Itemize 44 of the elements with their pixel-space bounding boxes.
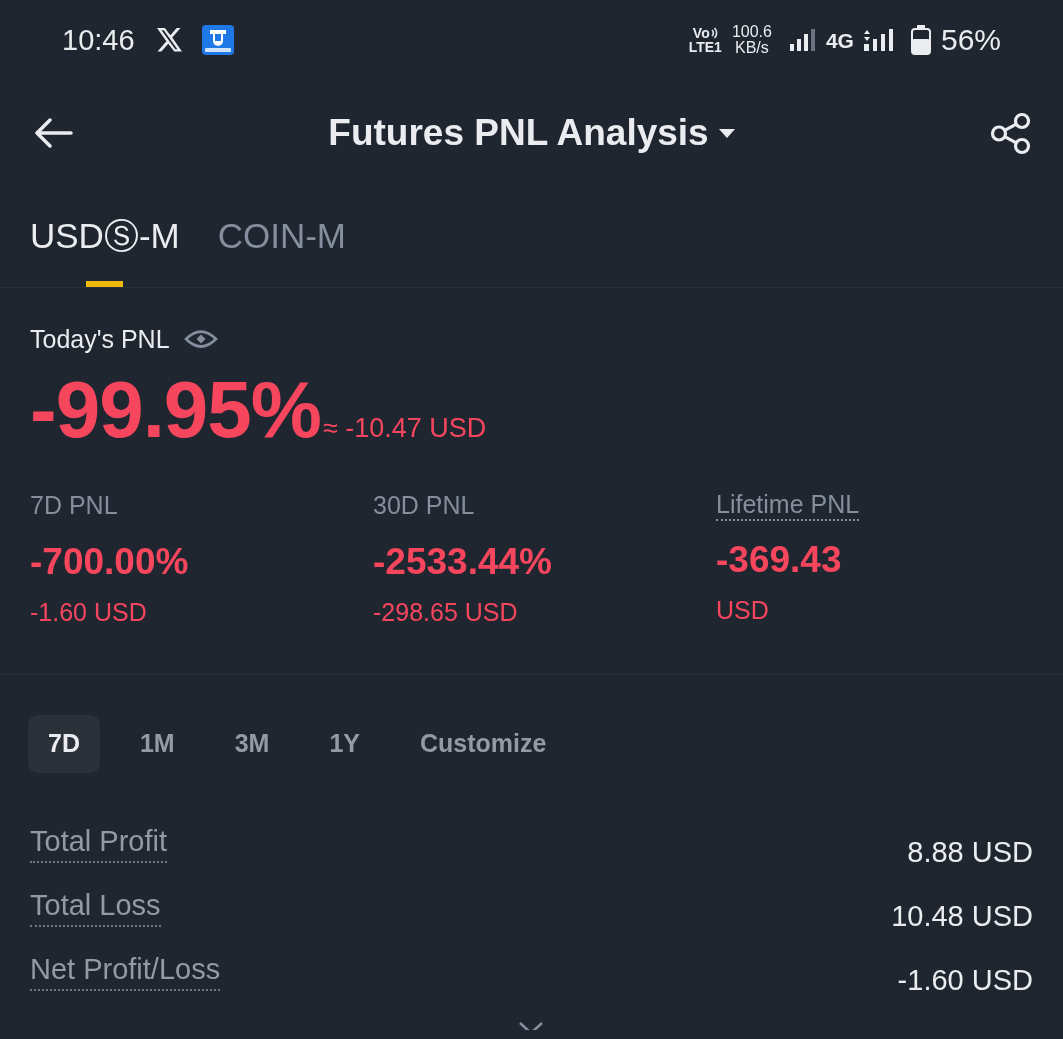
pnl-amount: -1.60 USD bbox=[30, 597, 147, 628]
period-chip[interactable]: 1Y bbox=[309, 715, 381, 773]
volte-text: Vo bbox=[692, 26, 710, 40]
summary-label[interactable]: Net Profit/Loss bbox=[30, 952, 221, 991]
call-waves-icon bbox=[710, 27, 718, 39]
summary-value: 8.88 USD bbox=[907, 835, 1033, 869]
pnl-label: 7D PNL bbox=[30, 490, 118, 521]
back-arrow-icon[interactable] bbox=[34, 118, 73, 148]
todays-pnl-label: Today's PNL bbox=[30, 324, 170, 354]
signal-bars-icon bbox=[789, 29, 816, 51]
period-chip[interactable]: 3M bbox=[214, 715, 290, 773]
summary-label[interactable]: Total Profit bbox=[30, 824, 167, 863]
pnl-amount: -298.65 USD bbox=[373, 597, 518, 628]
speed-unit: KB/s bbox=[735, 40, 769, 56]
pnl-value: -700.00% bbox=[30, 540, 189, 584]
pnl-value: -369.43 bbox=[716, 538, 842, 582]
battery-icon bbox=[910, 25, 931, 55]
app-notification-icon bbox=[201, 25, 234, 55]
pnl-label[interactable]: Lifetime PNL bbox=[716, 489, 860, 521]
pnl-value: -2533.44% bbox=[373, 540, 552, 584]
share-icon[interactable] bbox=[989, 111, 1032, 155]
pnl-label: 30D PNL bbox=[373, 490, 475, 521]
status-time: 10:46 bbox=[62, 25, 135, 55]
pnl-amount: USD bbox=[716, 595, 769, 626]
title-dropdown[interactable]: Futures PNL Analysis bbox=[328, 105, 735, 161]
summary-label[interactable]: Total Loss bbox=[30, 888, 161, 927]
market-tab[interactable]: USDⓈ-M bbox=[30, 186, 180, 287]
market-tab[interactable]: COIN-M bbox=[217, 186, 347, 287]
todays-pnl-percent: -99.95% bbox=[30, 370, 321, 450]
period-chip[interactable]: Customize bbox=[400, 715, 567, 773]
battery-percent: 56% bbox=[940, 25, 1001, 55]
summary-value: -1.60 USD bbox=[897, 963, 1033, 997]
eye-icon[interactable] bbox=[183, 327, 218, 351]
chevron-down-icon[interactable] bbox=[517, 1022, 544, 1030]
summary-value: 10.48 USD bbox=[891, 899, 1033, 933]
network-type: 4G bbox=[825, 29, 854, 51]
period-chip[interactable]: 7D bbox=[28, 715, 100, 773]
todays-pnl-amount: ≈ -10.47 USD bbox=[322, 412, 487, 445]
signal-bars-icon bbox=[863, 29, 895, 51]
x-logo-icon bbox=[156, 28, 182, 52]
lte-text: LTE1 bbox=[688, 40, 722, 54]
period-chip[interactable]: 1M bbox=[119, 715, 195, 773]
caret-icon bbox=[718, 128, 735, 138]
network-speed: 100.6 bbox=[731, 24, 772, 40]
